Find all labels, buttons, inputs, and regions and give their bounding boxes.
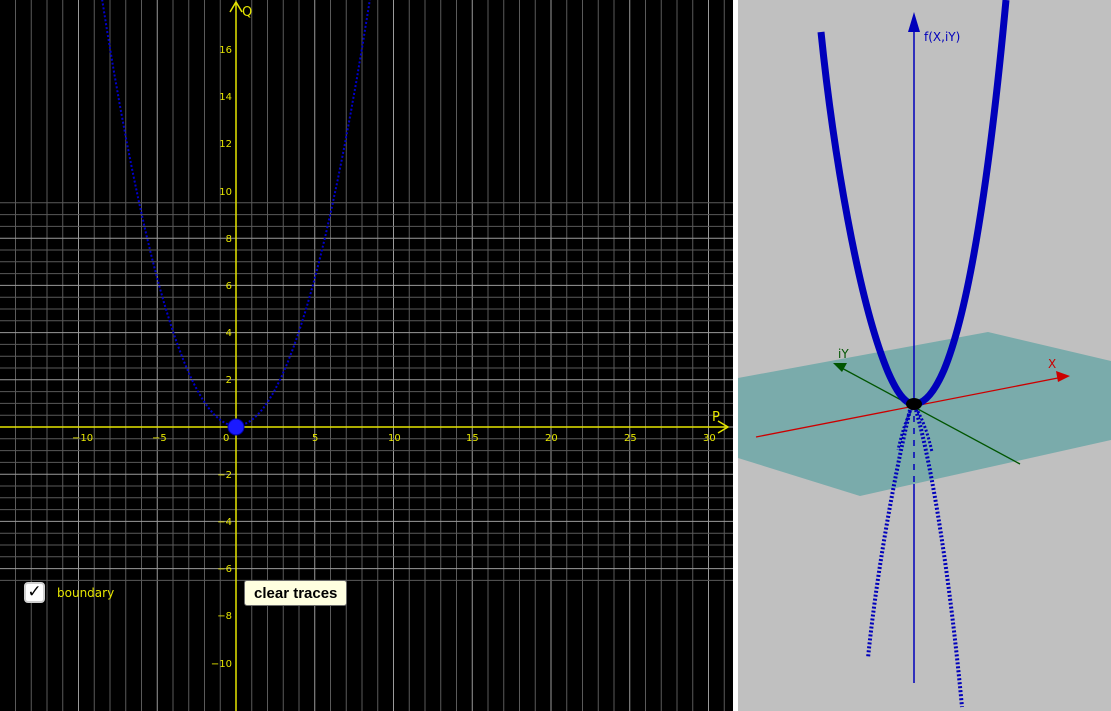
origin-point-3d[interactable] <box>906 398 922 410</box>
y-tick-label: 14 <box>219 92 232 103</box>
x-tick-label: 15 <box>466 433 479 444</box>
x-tick-label: 5 <box>312 433 318 444</box>
x-tick-label: −10 <box>72 433 93 444</box>
draggable-point[interactable] <box>227 418 245 436</box>
y-tick-label: 8 <box>226 234 232 245</box>
y-tick-label: 12 <box>219 139 232 150</box>
z-axis-label: f(X,iY) <box>924 30 960 44</box>
grid-lines <box>0 0 733 711</box>
x-tick-label: 20 <box>545 433 558 444</box>
z-axis-arrow-3d <box>908 12 920 32</box>
checkmark-icon: ✓ <box>27 582 42 602</box>
x-tick-label: 10 <box>388 433 401 444</box>
x-tick-label: 25 <box>624 433 637 444</box>
x-axis-label-3d: X <box>1048 357 1056 371</box>
graphics-view-2d[interactable]: P Q −10 −5 0 5 10 15 20 25 30 2 4 6 8 10… <box>0 0 733 711</box>
y-tick-label: −2 <box>217 470 232 481</box>
y-tick-labels: 2 4 6 8 10 12 14 16 −2 −4 −6 −8 −10 <box>211 45 232 670</box>
y-tick-label: −8 <box>217 611 232 622</box>
y-tick-label: 4 <box>226 328 232 339</box>
clear-traces-button[interactable]: clear traces <box>244 580 348 606</box>
x-tick-label: −5 <box>152 433 167 444</box>
y-tick-label: 6 <box>226 281 232 292</box>
graph-3d-canvas[interactable]: f(X,iY) X iY <box>738 0 1111 711</box>
y-axis-label: Q <box>242 5 252 20</box>
y-tick-label: −6 <box>217 564 232 575</box>
graphics-view-3d[interactable]: f(X,iY) X iY <box>738 0 1111 711</box>
boundary-checkbox-control[interactable]: ✓ boundary <box>24 582 114 603</box>
x-tick-label: 30 <box>703 433 716 444</box>
y-tick-label: 2 <box>226 375 232 386</box>
graph-2d-canvas[interactable]: P Q −10 −5 0 5 10 15 20 25 30 2 4 6 8 10… <box>0 0 733 711</box>
iy-axis-label-3d: iY <box>838 347 849 361</box>
y-tick-label: 16 <box>219 45 232 56</box>
y-tick-label: −10 <box>211 659 232 670</box>
boundary-checkbox[interactable]: ✓ <box>24 582 45 603</box>
x-axis-label: P <box>712 410 720 425</box>
x-tick-label: 0 <box>223 433 229 444</box>
y-tick-label: −4 <box>217 517 232 528</box>
boundary-checkbox-label: boundary <box>57 585 115 600</box>
y-tick-label: 10 <box>219 187 232 198</box>
